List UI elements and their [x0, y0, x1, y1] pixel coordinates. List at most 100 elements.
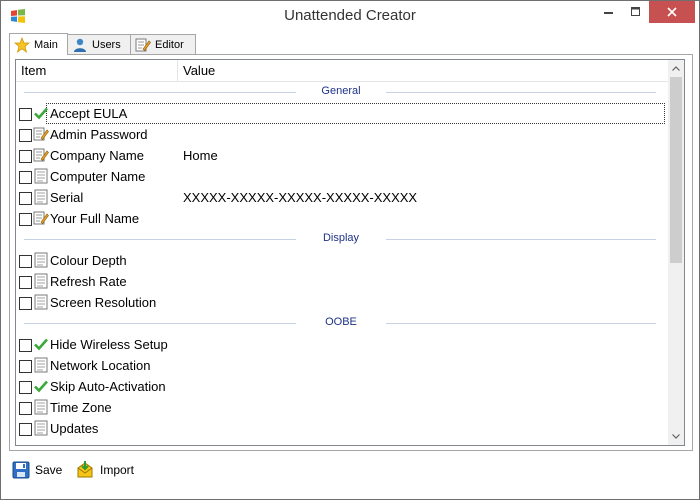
edit-icon	[135, 38, 151, 52]
list-item[interactable]: Screen Resolution	[16, 292, 668, 313]
vertical-scrollbar[interactable]	[668, 60, 684, 445]
focus-rectangle	[46, 103, 665, 124]
maximize-button[interactable]	[622, 1, 649, 23]
group-divider-left	[24, 323, 296, 324]
item-checkbox[interactable]	[19, 213, 32, 226]
group-divider-right	[386, 239, 656, 240]
item-name: Refresh Rate	[50, 274, 127, 289]
import-icon	[77, 461, 93, 478]
check-icon	[33, 336, 49, 352]
item-checkbox[interactable]	[19, 360, 32, 373]
item-name: Network Location	[50, 358, 151, 373]
save-button[interactable]: Save	[12, 456, 62, 484]
list-icon	[33, 357, 49, 373]
item-checkbox[interactable]	[19, 423, 32, 436]
minimize-button[interactable]	[595, 1, 622, 23]
column-header-value[interactable]: Value	[178, 60, 667, 81]
item-name: Screen Resolution	[50, 295, 157, 310]
column-header-item[interactable]: Item	[16, 60, 178, 81]
close-icon	[667, 7, 677, 17]
item-checkbox[interactable]	[19, 192, 32, 205]
tab-main[interactable]: Main	[9, 33, 68, 55]
group-divider-left	[24, 92, 296, 93]
item-name: Company Name	[50, 148, 144, 163]
list-item[interactable]: Serial XXXXX-XXXXX-XXXXX-XXXXX-XXXXX	[16, 187, 668, 208]
tab-users-label: Users	[92, 39, 121, 51]
star-icon	[14, 36, 30, 53]
item-checkbox[interactable]	[19, 402, 32, 415]
tab-editor[interactable]: Editor	[130, 34, 196, 55]
item-name: Admin Password	[50, 127, 148, 142]
item-name: Hide Wireless Setup	[50, 337, 168, 352]
list-item[interactable]: Refresh Rate	[16, 271, 668, 292]
list-icon	[33, 168, 49, 184]
user-icon	[74, 38, 86, 52]
check-icon	[33, 105, 49, 121]
check-icon	[33, 378, 49, 394]
close-button[interactable]	[649, 1, 695, 23]
pencil-icon	[33, 147, 49, 163]
bottom-toolbar: Save Import	[1, 453, 699, 493]
scroll-thumb[interactable]	[670, 77, 682, 263]
list-rows: General Accept EULA Admin Password Company …	[16, 82, 668, 439]
list-item[interactable]: Your Full Name	[16, 208, 668, 229]
list-item[interactable]: Hide Wireless Setup	[16, 334, 668, 355]
scroll-down-button[interactable]	[668, 428, 684, 445]
list-item[interactable]: Updates	[16, 418, 668, 439]
list-icon	[33, 252, 49, 268]
floppy-disk-icon	[12, 461, 30, 479]
list-header: Item Value	[16, 60, 668, 82]
list-icon	[33, 420, 49, 436]
list-item[interactable]: Colour Depth	[16, 250, 668, 271]
group-header: Display	[16, 229, 668, 250]
item-checkbox[interactable]	[19, 297, 32, 310]
list-item[interactable]: Accept EULA	[16, 103, 668, 124]
app-window: Unattended Creator Main Users Editor Ite…	[0, 0, 700, 500]
list-item[interactable]: Admin Password	[16, 124, 668, 145]
main-tab-panel: Item Value General Accept EULA Admin Passw…	[9, 54, 693, 451]
title-bar[interactable]: Unattended Creator	[1, 1, 699, 32]
item-name: Skip Auto-Activation	[50, 379, 166, 394]
tab-users[interactable]: Users	[67, 34, 131, 55]
list-item[interactable]: Time Zone	[16, 397, 668, 418]
item-checkbox[interactable]	[19, 276, 32, 289]
import-button[interactable]: Import	[75, 456, 134, 484]
item-checkbox[interactable]	[19, 150, 32, 163]
list-icon	[33, 294, 49, 310]
pencil-icon	[33, 126, 49, 142]
list-item[interactable]: Skip Auto-Activation	[16, 376, 668, 397]
item-checkbox[interactable]	[19, 108, 32, 121]
item-checkbox[interactable]	[19, 171, 32, 184]
chevron-up-icon	[672, 66, 680, 71]
chevron-down-icon	[672, 434, 680, 439]
item-name: Accept EULA	[50, 106, 128, 121]
save-button-label: Save	[35, 463, 63, 477]
list-icon	[33, 273, 49, 289]
settings-list[interactable]: Item Value General Accept EULA Admin Passw…	[15, 59, 685, 446]
scroll-up-button[interactable]	[668, 60, 684, 77]
list-item[interactable]: Computer Name	[16, 166, 668, 187]
item-name: Serial	[50, 190, 84, 205]
item-name: Your Full Name	[50, 211, 140, 226]
item-name: Time Zone	[50, 400, 112, 415]
item-checkbox[interactable]	[19, 339, 32, 352]
item-value: XXXXX-XXXXX-XXXXX-XXXXX-XXXXX	[183, 190, 418, 205]
group-header-label: Display	[322, 232, 360, 244]
tab-editor-label: Editor	[155, 39, 184, 51]
list-item[interactable]: Company Name Home	[16, 145, 668, 166]
list-icon	[33, 399, 49, 415]
group-header-label: OOBE	[325, 316, 357, 328]
item-name: Computer Name	[50, 169, 146, 184]
item-checkbox[interactable]	[19, 381, 32, 394]
item-value: Home	[183, 148, 218, 163]
pencil-icon	[33, 210, 49, 226]
group-header-label: General	[321, 85, 361, 97]
list-icon	[33, 189, 49, 205]
item-checkbox[interactable]	[19, 255, 32, 268]
tab-main-label: Main	[34, 38, 58, 51]
group-header: OOBE	[16, 313, 668, 334]
list-item[interactable]: Network Location	[16, 355, 668, 376]
group-divider-right	[386, 323, 656, 324]
item-checkbox[interactable]	[19, 129, 32, 142]
group-divider-right	[386, 92, 656, 93]
